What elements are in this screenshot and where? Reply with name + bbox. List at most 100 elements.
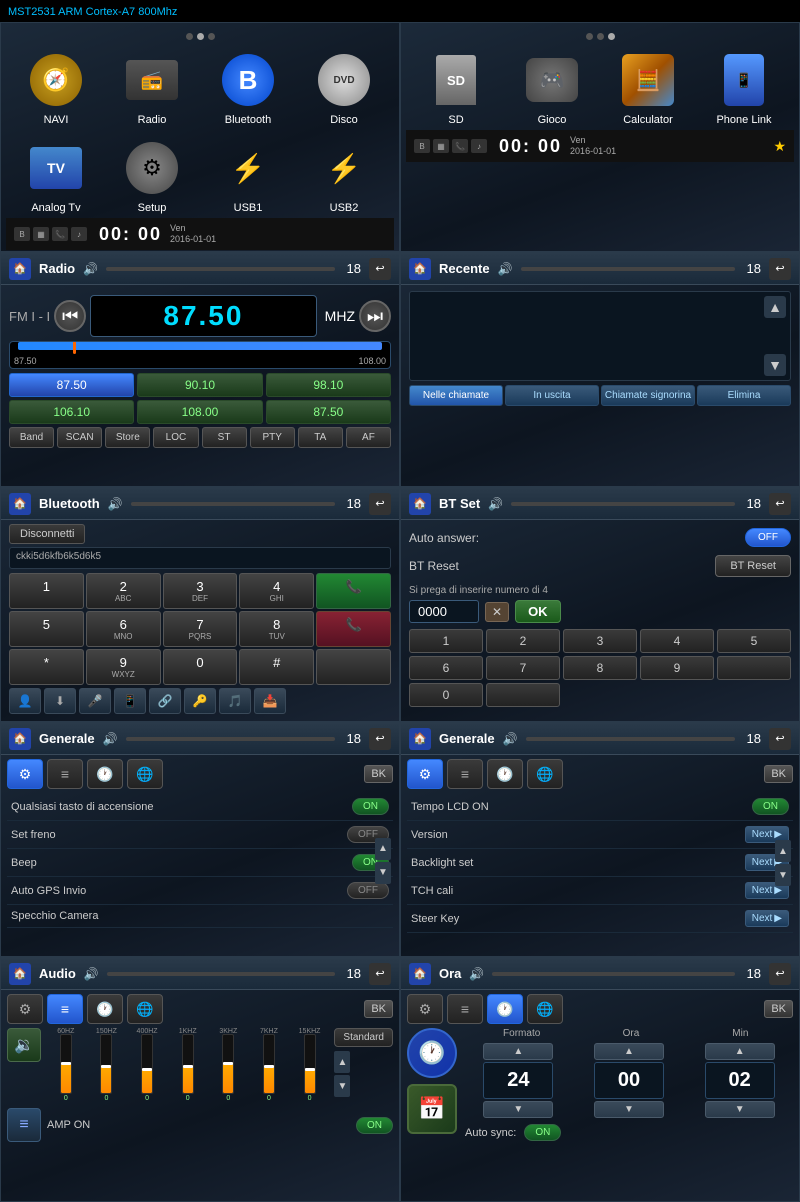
gen-r-tab-globe[interactable]: 🌐 [527,759,563,789]
btset-ok-btn[interactable]: OK [515,600,561,623]
bt-action-down[interactable]: ⬇ [44,688,76,714]
ora-ora-up[interactable]: ▲ [594,1043,664,1060]
bt-action-key[interactable]: 🔑 [184,688,216,714]
radio-home-btn[interactable]: 🏠 [9,258,31,280]
ora-tab-bk[interactable]: BK [764,1000,793,1018]
btset-home-btn[interactable]: 🏠 [409,493,431,515]
ora-formato-dn[interactable]: ▼ [483,1101,553,1118]
bt-back-btn[interactable]: ↩ [369,493,391,515]
radio-back-btn[interactable]: ↩ [369,258,391,280]
eq-scroll-up[interactable]: ▲ [334,1051,350,1073]
bt-action-music[interactable]: 🎵 [219,688,251,714]
gen-tab-clock[interactable]: 🕐 [87,759,123,789]
btset-num-7[interactable]: 7 [486,656,560,680]
ctrl-store[interactable]: Store [105,427,150,448]
audio-tab-bk[interactable]: BK [364,1000,393,1018]
radio-next-btn[interactable]: ⏭ [359,300,391,332]
btset-num-8[interactable]: 8 [563,656,637,680]
bt-key-9[interactable]: 9WXYZ [86,649,161,685]
bt-key-star[interactable]: * [9,649,84,685]
eq-track-5[interactable] [263,1034,275,1094]
btset-num-1[interactable]: 1 [409,629,483,653]
gen-right-scroll-dn[interactable]: ▼ [775,864,791,886]
btset-clear-btn[interactable]: ✕ [485,602,509,622]
bt-key-hash[interactable]: # [239,649,314,685]
ctrl-scan[interactable]: SCAN [57,427,102,448]
recente-home-btn[interactable]: 🏠 [409,258,431,280]
app-usb2[interactable]: ⚡ USB2 [298,134,390,218]
bt-home-btn[interactable]: 🏠 [9,493,31,515]
gen-tab-globe[interactable]: 🌐 [127,759,163,789]
btset-num-2[interactable]: 2 [486,629,560,653]
bt-vol-slider[interactable] [131,502,335,506]
gen-right-home-btn[interactable]: 🏠 [409,728,431,750]
gen-left-scroll-up[interactable]: ▲ [375,838,391,860]
amp-toggle[interactable]: ON [356,1117,393,1134]
recente-vol-slider[interactable] [521,267,735,271]
ora-formato-up[interactable]: ▲ [483,1043,553,1060]
tab-nelle-chiamate[interactable]: Nelle chiamate [409,385,503,406]
ora-min-dn[interactable]: ▼ [705,1101,775,1118]
app-usb1[interactable]: ⚡ USB1 [202,134,294,218]
bt-key-5[interactable]: 5 [9,611,84,647]
bt-key-1[interactable]: 1 [9,573,84,609]
app-bluetooth[interactable]: B Bluetooth [202,46,294,130]
ora-tab-globe[interactable]: 🌐 [527,994,563,1024]
audio-home-btn[interactable]: 🏠 [9,963,31,985]
bt-key-6[interactable]: 6MNO [86,611,161,647]
bt-key-2[interactable]: 2ABC [86,573,161,609]
ctrl-pty[interactable]: PTY [250,427,295,448]
app-calculator[interactable]: 🧮 Calculator [602,46,694,130]
audio-tab-settings[interactable]: ⚙ [7,994,43,1024]
btset-autoanswer-toggle[interactable]: OFF [745,528,791,547]
app-gioco[interactable]: 🎮 Gioco [506,46,598,130]
gen-right-back-btn[interactable]: ↩ [769,728,791,750]
audio-tab-eq[interactable]: ≡ [47,994,83,1024]
ctrl-loc[interactable]: LOC [153,427,198,448]
gen-right-scroll-up[interactable]: ▲ [775,840,791,862]
eq-track-2[interactable] [141,1034,153,1094]
audio-back-btn[interactable]: ↩ [369,963,391,985]
ctrl-af[interactable]: AF [346,427,391,448]
btset-num-3[interactable]: 3 [563,629,637,653]
app-radio[interactable]: 📻 Radio [106,46,198,130]
recente-back-btn[interactable]: ↩ [769,258,791,280]
gen-r-tab-bk[interactable]: BK [764,765,793,783]
btset-num-9[interactable]: 9 [640,656,714,680]
tab-chiamate-signorina[interactable]: Chiamate signorina [601,385,695,406]
audio-vol-slider[interactable] [107,972,335,976]
gen-right-vol-slider[interactable] [526,737,735,741]
gen-r-tab-settings[interactable]: ⚙ [407,759,443,789]
gen-left-scroll-dn[interactable]: ▼ [375,862,391,884]
gen-tab-eq[interactable]: ≡ [47,759,83,789]
bt-key-0[interactable]: 0 [163,649,238,685]
eq-track-3[interactable] [182,1034,194,1094]
ora-cal-btn[interactable]: 📅 [407,1084,457,1134]
bt-key-call[interactable]: 📞 [316,573,391,609]
ctrl-ta[interactable]: TA [298,427,343,448]
bt-key-3[interactable]: 3DEF [163,573,238,609]
btset-num-5[interactable]: 5 [717,629,791,653]
ora-ora-dn[interactable]: ▼ [594,1101,664,1118]
audio-tab-globe[interactable]: 🌐 [127,994,163,1024]
amp-icon-btn[interactable]: ≡ [7,1108,41,1142]
ora-back-btn[interactable]: ↩ [769,963,791,985]
radio-vol-slider[interactable] [106,267,334,271]
radio-tuner-bar[interactable]: 87.50 108.00 [9,341,391,369]
btset-vol-slider[interactable] [511,502,734,506]
bt-action-phone2[interactable]: 📱 [114,688,146,714]
ora-tab-eq[interactable]: ≡ [447,994,483,1024]
btset-num-6[interactable]: 6 [409,656,483,680]
preset-5[interactable]: 108.00 [137,400,262,424]
preset-6[interactable]: 87.50 [266,400,391,424]
preset-4[interactable]: 106.10 [9,400,134,424]
preset-2[interactable]: 90.10 [137,373,262,397]
tab-in-uscita[interactable]: In uscita [505,385,599,406]
app-phonelink[interactable]: 📱 Phone Link [698,46,790,130]
eq-track-4[interactable] [222,1034,234,1094]
recente-scroll-down[interactable]: ▼ [764,354,786,376]
bt-key-hangup[interactable]: 📞 [316,611,391,647]
bt-disconnect-btn[interactable]: Disconnetti [9,524,85,544]
bt-action-link[interactable]: 🔗 [149,688,181,714]
ora-tab-clock[interactable]: 🕐 [487,994,523,1024]
